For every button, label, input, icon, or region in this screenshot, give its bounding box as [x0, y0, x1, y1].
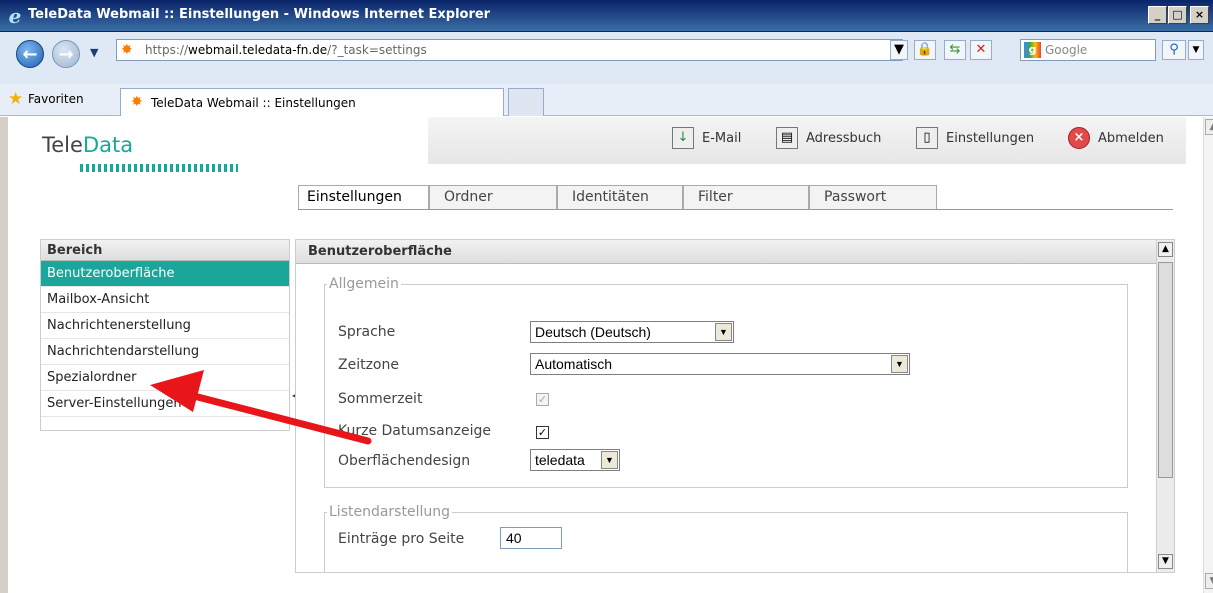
site-favicon-icon: ✸ [121, 42, 133, 58]
settings-panel: Benutzeroberfläche ▲ ▼ Allgemein Sprache… [295, 239, 1175, 573]
skin-select[interactable]: teledata ▼ [530, 449, 620, 471]
tab-passwort[interactable]: Passwort [809, 185, 937, 210]
window-title: TeleData Webmail :: Einstellungen - Wind… [28, 7, 491, 22]
settings-panel-scrollbar[interactable]: ▲ ▼ [1156, 240, 1174, 572]
settings-link[interactable]: Einstellungen [946, 131, 1034, 146]
addressbook-icon[interactable]: ▤ [776, 127, 798, 149]
section-item-nachrichtenerstellung[interactable]: Nachrichtenerstellung [41, 313, 289, 339]
favorites-button[interactable]: Favoriten [28, 92, 84, 106]
section-list: Bereich Benutzeroberfläche Mailbox-Ansic… [40, 239, 290, 431]
browser-window: e TeleData Webmail :: Einstellungen - Wi… [0, 0, 1213, 593]
short-date-checkbox[interactable]: ✓ [536, 426, 549, 439]
settings-icon[interactable]: ▯ [916, 127, 938, 149]
search-input[interactable]: g Google [1020, 39, 1156, 61]
teledata-logo: TeleData [42, 133, 238, 172]
scroll-down-icon[interactable]: ▼ [1158, 554, 1173, 569]
navigation-bar: ← → ▼ ✸ https://webmail.teledata-fn.de/?… [0, 32, 1213, 84]
search-options-dropdown[interactable]: ▼ [1188, 40, 1204, 60]
logout-link[interactable]: Abmelden [1098, 131, 1164, 146]
list-legend: Listendarstellung [329, 504, 450, 520]
search-icon[interactable]: ⚲ [1162, 40, 1186, 60]
language-select-value: Deutsch (Deutsch) [535, 324, 651, 340]
refresh-icon[interactable]: ⇆ [944, 40, 966, 60]
chevron-down-icon: ▼ [715, 323, 732, 341]
tab-favicon-icon: ✸ [131, 94, 143, 110]
section-list-header: Bereich [41, 240, 289, 261]
logout-icon[interactable]: × [1068, 127, 1090, 149]
title-bar: e TeleData Webmail :: Einstellungen - Wi… [0, 0, 1213, 32]
tab-divider [298, 209, 1173, 210]
tab-filter[interactable]: Filter [683, 185, 809, 210]
address-url: https://webmail.teledata-fn.de/?_task=se… [145, 43, 427, 57]
new-tab-button[interactable] [508, 88, 544, 116]
language-label: Sprache [338, 324, 396, 340]
email-link[interactable]: E-Mail [702, 131, 741, 146]
google-icon: g [1024, 42, 1041, 58]
dst-checkbox[interactable]: ✓ [536, 393, 549, 406]
browser-tab-active[interactable]: ✸ TeleData Webmail :: Einstellungen [120, 88, 504, 116]
skin-label: Oberflächendesign [338, 453, 471, 469]
minimize-button[interactable]: _ [1148, 6, 1167, 24]
addressbook-link[interactable]: Adressbuch [806, 131, 881, 146]
search-placeholder: Google [1045, 43, 1088, 57]
chevron-down-icon: ▼ [891, 355, 908, 373]
maximize-button[interactable]: □ [1168, 6, 1187, 24]
email-icon[interactable]: ↓ [672, 127, 694, 149]
dst-label: Sommerzeit [338, 391, 423, 407]
page-scroll-up-icon[interactable]: ▲ [1205, 119, 1213, 135]
timezone-select-value: Automatisch [535, 356, 613, 372]
tab-einstellungen[interactable]: Einstellungen [298, 185, 429, 210]
skin-select-value: teledata [535, 452, 585, 468]
top-toolbar: ↓ E-Mail ▤ Adressbuch ▯ Einstellungen × … [428, 117, 1186, 164]
section-item-mailbox-ansicht[interactable]: Mailbox-Ansicht [41, 287, 289, 313]
recent-pages-dropdown[interactable]: ▼ [90, 46, 98, 59]
back-button[interactable]: ← [16, 40, 44, 68]
timezone-label: Zeitzone [338, 357, 399, 373]
internet-explorer-icon: e [8, 4, 22, 28]
general-legend: Allgemein [329, 276, 399, 292]
tab-identitaeten[interactable]: Identitäten [557, 185, 683, 210]
section-item-server-einstellungen[interactable]: Server-Einstellungen [41, 391, 289, 417]
page-scrollbar[interactable]: ▲ ▼ [1203, 117, 1213, 593]
page-content: TeleData ↓ E-Mail ▤ Adressbuch ▯ Einstel… [0, 117, 1213, 593]
short-date-label: Kurze Datumsanzeige [338, 423, 491, 439]
page-scroll-down-icon[interactable]: ▼ [1205, 573, 1213, 589]
address-bar[interactable]: ✸ https://webmail.teledata-fn.de/?_task=… [116, 39, 903, 61]
scroll-thumb[interactable] [1158, 262, 1173, 478]
section-item-spezialordner[interactable]: Spezialordner [41, 365, 289, 391]
scroll-up-icon[interactable]: ▲ [1158, 242, 1173, 257]
address-dropdown-icon[interactable]: ▼ [890, 40, 908, 60]
browser-tab-title: TeleData Webmail :: Einstellungen [151, 96, 356, 110]
language-select[interactable]: Deutsch (Deutsch) ▼ [530, 321, 734, 343]
favorites-bar: ★ Favoriten ✸ TeleData Webmail :: Einste… [0, 84, 1213, 116]
per-page-label: Einträge pro Seite [338, 531, 465, 547]
section-item-benutzeroberflaeche[interactable]: Benutzeroberfläche [41, 261, 289, 287]
close-button[interactable]: × [1190, 6, 1209, 24]
timezone-select[interactable]: Automatisch ▼ [530, 353, 910, 375]
stop-icon[interactable]: ✕ [970, 40, 992, 60]
tab-ordner[interactable]: Ordner [429, 185, 557, 210]
lock-icon[interactable]: 🔒 [914, 40, 936, 60]
forward-button[interactable]: → [52, 40, 80, 68]
favorites-star-icon[interactable]: ★ [8, 90, 23, 108]
section-item-nachrichtendarstellung[interactable]: Nachrichtendarstellung [41, 339, 289, 365]
chevron-down-icon: ▼ [601, 451, 618, 469]
per-page-input[interactable]: 40 [500, 527, 562, 549]
settings-panel-title: Benutzeroberfläche [296, 240, 1174, 264]
logo-bars [80, 164, 238, 172]
